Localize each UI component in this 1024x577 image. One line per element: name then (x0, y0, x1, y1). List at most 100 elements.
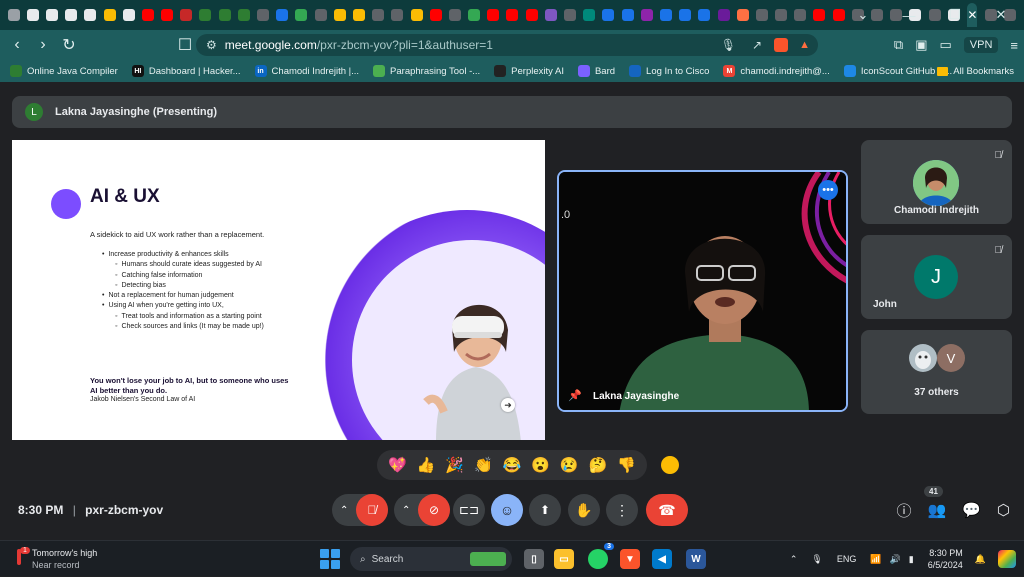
reload-button[interactable]: ↻ (56, 35, 82, 55)
leave-call-button[interactable]: ☎ (646, 494, 688, 526)
tab-favicon[interactable] (813, 9, 826, 21)
bookmark-star-icon[interactable]: ☐ (172, 35, 198, 55)
site-info-icon[interactable]: ⚙ (206, 38, 217, 52)
raise-hand-button[interactable]: ✋ (568, 494, 600, 526)
forward-button[interactable]: › (30, 36, 56, 54)
back-button[interactable]: ‹ (4, 36, 30, 54)
address-bar[interactable]: ⚙ meet.google.com/pxr-zbcm-yov?pli=1&aut… (196, 34, 818, 56)
tab-favicon[interactable] (391, 9, 404, 21)
taskbar-clock[interactable]: 8:30 PM 6/5/2024 (928, 547, 963, 571)
tab-favicon[interactable] (372, 9, 385, 21)
sidebar-icon[interactable]: ▣ (915, 37, 927, 53)
slide-next-arrow-icon[interactable]: ➜ (501, 398, 515, 412)
brave-browser-icon[interactable]: ▼ (620, 549, 640, 569)
meeting-details-icon[interactable]: ⓘ (897, 500, 912, 521)
tab-search-chevron-icon[interactable]: ⌄ (840, 7, 886, 23)
tab-favicon[interactable] (755, 9, 768, 21)
bookmark-item[interactable]: IconScout GitHub S... (843, 65, 952, 77)
wifi-icon[interactable]: 📶 (870, 554, 881, 565)
tab-favicon[interactable] (314, 9, 327, 21)
all-bookmarks-button[interactable]: All Bookmarks (937, 60, 1014, 82)
file-explorer-icon[interactable]: ▭ (554, 549, 574, 569)
tab-favicon[interactable] (65, 9, 78, 21)
tab-favicon[interactable] (352, 9, 365, 21)
tab-favicon[interactable] (736, 9, 749, 21)
tab-favicon[interactable] (717, 9, 730, 21)
camera-options-chevron-icon[interactable]: ⌃ (402, 505, 410, 516)
tab-favicon[interactable] (544, 9, 557, 21)
bookmark-item[interactable]: Perplexity AI (494, 65, 564, 77)
tray-overflow-chevron-icon[interactable]: ⌃ (790, 554, 798, 565)
taskbar-search[interactable]: ⌕ Search (350, 547, 512, 571)
brave-rewards-icon[interactable]: ▲ (799, 39, 810, 51)
wallet-icon[interactable]: ▭ (939, 37, 951, 53)
tab-favicon[interactable] (621, 9, 634, 21)
tab-favicon[interactable] (448, 9, 461, 21)
whatsapp-icon[interactable]: 3 (588, 543, 614, 569)
bookmark-item[interactable]: Log In to Cisco (629, 65, 709, 77)
participant-tile-john[interactable]: 🎙̸ J John (861, 235, 1012, 319)
notification-bell-icon[interactable]: 🔔 (975, 554, 986, 565)
tab-favicon[interactable] (26, 9, 39, 21)
bookmark-item[interactable]: in Chamodi Indrejith |... (254, 65, 359, 77)
more-options-button[interactable]: ⋮ (606, 494, 638, 526)
activities-icon[interactable]: ⬡ (997, 501, 1010, 519)
tab-favicon[interactable] (679, 9, 692, 21)
tab-favicon[interactable] (218, 9, 231, 21)
participant-tile-chamodi[interactable]: 🎙̸ Chamodi Indrejith (861, 140, 1012, 224)
bookmark-item[interactable]: HI Dashboard | Hacker... (131, 65, 241, 77)
tab-favicon[interactable] (199, 9, 212, 21)
tab-favicon[interactable] (640, 9, 653, 21)
tab-favicon[interactable] (775, 9, 788, 21)
tray-mic-icon[interactable]: 🎙 (811, 554, 822, 565)
reaction-emoji-button[interactable]: 👎 (617, 456, 636, 474)
tab-favicon[interactable] (794, 9, 807, 21)
tab-favicon[interactable] (525, 9, 538, 21)
tab-favicon[interactable] (45, 9, 58, 21)
task-view-icon[interactable]: ▯ (524, 549, 544, 569)
minimize-button[interactable]: — (886, 8, 932, 23)
tab-favicon[interactable] (7, 9, 20, 21)
tab-favicon[interactable] (659, 9, 672, 21)
people-icon[interactable]: 👥 (928, 501, 947, 519)
tab-favicon[interactable] (429, 9, 442, 21)
tab-favicon[interactable] (602, 9, 615, 21)
reaction-emoji-button[interactable]: 🎉 (445, 456, 464, 474)
tab-favicon[interactable] (122, 9, 135, 21)
tab-favicon[interactable] (161, 9, 174, 21)
bookmark-item[interactable]: Mchamodi.indrejith@... (723, 65, 830, 77)
reaction-emoji-button[interactable]: 💖 (388, 456, 407, 474)
menu-icon[interactable]: ≡ (1010, 38, 1018, 53)
tab-favicon[interactable] (103, 9, 116, 21)
presenter-video-tile[interactable]: .0 ••• 📌 Lakna Jayasinghe (557, 170, 848, 412)
mic-search-icon[interactable]: 🎙 (721, 38, 736, 52)
reaction-emoji-button[interactable]: 😮 (531, 456, 550, 474)
tab-favicon[interactable] (698, 9, 711, 21)
tab-favicon[interactable] (257, 9, 270, 21)
tab-favicon[interactable] (276, 9, 289, 21)
tab-favicon[interactable] (84, 9, 97, 21)
tab-favicon[interactable] (583, 9, 596, 21)
reaction-emoji-button[interactable]: 😢 (560, 456, 579, 474)
captions-button[interactable]: ⊏⊐ (453, 494, 485, 526)
bookmark-item[interactable]: Online Java Compiler (10, 65, 118, 77)
tab-favicon[interactable] (506, 9, 519, 21)
volume-icon[interactable]: 🔊 (890, 554, 901, 565)
copilot-icon[interactable] (998, 550, 1016, 568)
tab-favicon[interactable] (295, 9, 308, 21)
emoji-skin-tone-button[interactable] (661, 456, 679, 474)
language-indicator[interactable]: ENG (837, 554, 857, 564)
others-tile[interactable]: V 37 others (861, 330, 1012, 414)
reaction-emoji-button[interactable]: 😂 (503, 456, 522, 474)
tab-favicon[interactable] (487, 9, 500, 21)
extensions-icon[interactable]: ⧉ (894, 37, 903, 53)
camera-off-button[interactable]: ⊘ (418, 494, 450, 526)
tab-favicon[interactable] (141, 9, 154, 21)
tab-favicon[interactable] (564, 9, 577, 21)
chat-icon[interactable]: 💬 (962, 501, 981, 519)
mic-options-chevron-icon[interactable]: ⌃ (340, 505, 348, 516)
weather-widget[interactable]: 1 Tomorrow's high Near record (12, 547, 97, 571)
emoji-reactions-button[interactable]: ☺ (491, 494, 523, 526)
share-icon[interactable]: ↗ (752, 38, 762, 52)
bookmark-item[interactable]: Bard (577, 65, 615, 77)
